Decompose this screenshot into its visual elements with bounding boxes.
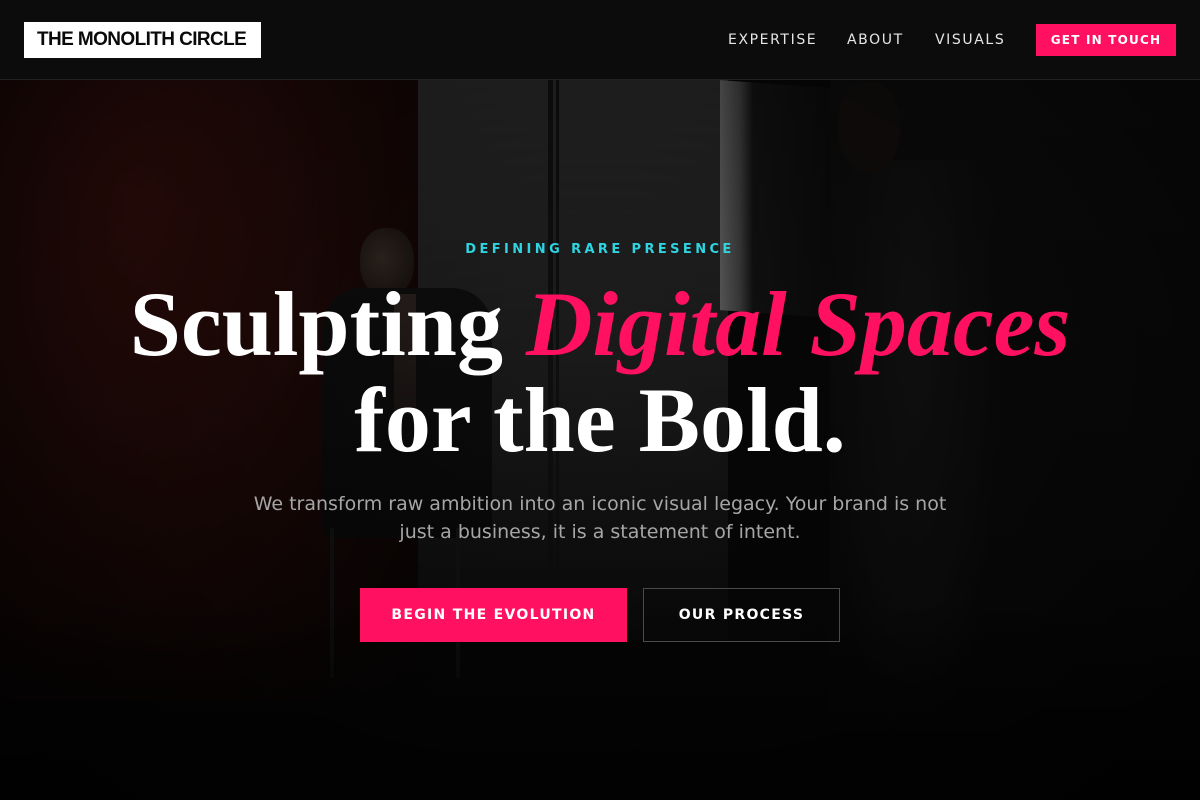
nav-link-visuals[interactable]: VISUALS (935, 24, 1005, 56)
headline-accent: Digital Spaces (525, 273, 1071, 375)
hero-headline: Sculpting Digital Spaces for the Bold. (0, 276, 1200, 468)
hero-subtitle: We transform raw ambition into an iconic… (253, 493, 947, 543)
nav-link-about[interactable]: ABOUT (847, 24, 904, 56)
headline-line-2: for the Bold. (354, 369, 846, 471)
get-in-touch-button[interactable]: GET IN TOUCH (1036, 24, 1176, 56)
site-header: THE MONOLITH CIRCLE EXPERTISE ABOUT VISU… (0, 0, 1200, 80)
brand-logo[interactable]: THE MONOLITH CIRCLE (24, 22, 261, 58)
headline-line-1: Sculpting Digital Spaces (0, 276, 1200, 372)
our-process-button[interactable]: OUR PROCESS (643, 588, 840, 642)
nav-link-expertise[interactable]: EXPERTISE (728, 24, 817, 56)
landing-page: THE MONOLITH CIRCLE EXPERTISE ABOUT VISU… (0, 0, 1200, 800)
begin-evolution-button[interactable]: BEGIN THE EVOLUTION (360, 588, 627, 642)
hero-section: DEFINING RARE PRESENCE Sculpting Digital… (0, 80, 1200, 800)
headline-part-1: Sculpting (129, 273, 503, 375)
hero-eyebrow: DEFINING RARE PRESENCE (465, 242, 735, 257)
